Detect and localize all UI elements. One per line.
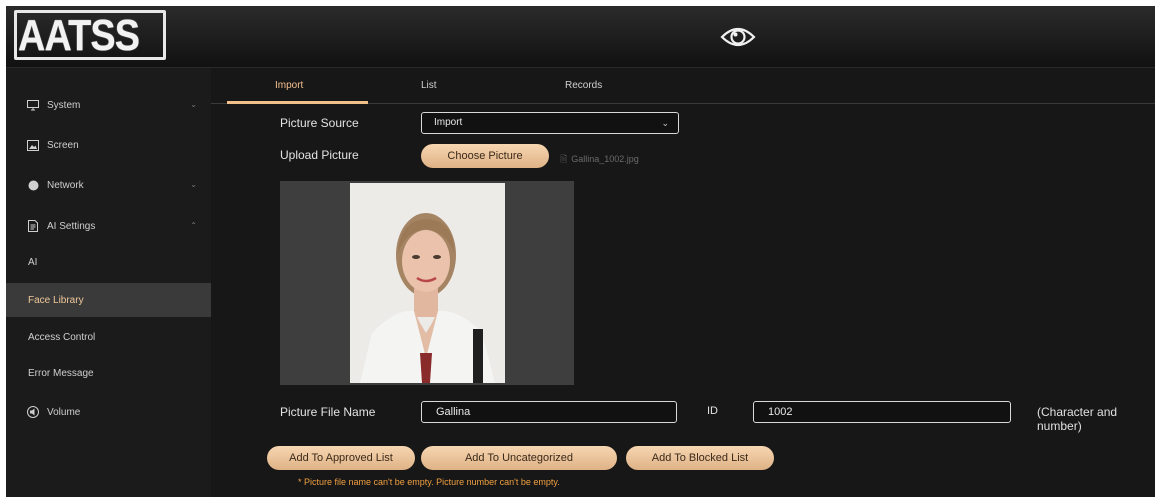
picture-source-value: Import — [434, 117, 463, 128]
sidebar-subitem-label: Error Message — [28, 367, 94, 379]
upload-picture-label: Upload Picture — [280, 148, 359, 162]
choose-picture-button[interactable]: Choose Picture — [421, 144, 549, 168]
sidebar-subitem-ai[interactable]: AI — [6, 245, 211, 279]
speaker-icon — [27, 406, 39, 418]
tab-bar: Import List Records — [211, 68, 1155, 104]
image-icon — [27, 139, 39, 151]
eye-icon[interactable] — [718, 21, 758, 53]
face-photo — [350, 183, 505, 383]
chevron-up-icon: ⌃ — [190, 221, 197, 230]
sidebar-subitem-label: Access Control — [28, 331, 96, 343]
sidebar-item-volume[interactable]: Volume — [6, 395, 211, 429]
sidebar-item-ai-settings[interactable]: AI Settings ⌃ — [6, 209, 211, 243]
chevron-down-icon: ⌄ — [190, 100, 197, 109]
add-to-approved-list-button[interactable]: Add To Approved List — [267, 446, 415, 470]
sidebar-item-label: System — [47, 99, 81, 111]
app-window: AATSS System ⌄ Screen Network ⌄ AI Setti… — [6, 6, 1155, 497]
picture-source-select[interactable]: Import ⌄ — [421, 112, 679, 134]
validation-warning: * Picture file name can't be empty. Pict… — [298, 477, 560, 487]
picture-file-name-label: Picture File Name — [280, 405, 376, 419]
document-icon — [27, 220, 39, 232]
tab-records[interactable]: Records — [565, 80, 602, 91]
top-header: AATSS — [6, 6, 1155, 68]
sidebar-subitem-face-library[interactable]: Face Library — [6, 283, 211, 317]
sidebar-subitem-label: Face Library — [28, 294, 84, 306]
picture-source-label: Picture Source — [280, 116, 359, 130]
active-tab-indicator — [227, 101, 368, 104]
id-hint: (Character and number) — [1037, 405, 1118, 433]
add-to-blocked-list-button[interactable]: Add To Blocked List — [626, 446, 774, 470]
sidebar: System ⌄ Screen Network ⌄ AI Settings ⌃ … — [6, 68, 211, 497]
sidebar-subitem-label: AI — [28, 256, 38, 268]
id-input[interactable]: 1002 — [753, 401, 1011, 423]
sidebar-item-label: AI Settings — [47, 220, 96, 232]
tab-import[interactable]: Import — [275, 80, 303, 91]
id-label: ID — [707, 405, 718, 417]
sidebar-item-label: Network — [47, 179, 84, 191]
main-panel: Import List Records Picture Source Impor… — [211, 68, 1155, 497]
file-icon: 🗎 — [560, 154, 568, 164]
selected-file-name: Gallina_1002.jpg — [571, 154, 639, 164]
chevron-down-icon: ⌄ — [661, 118, 669, 128]
globe-icon — [27, 179, 39, 191]
monitor-icon — [27, 99, 39, 111]
picture-file-name-input[interactable]: Gallina — [421, 401, 677, 423]
sidebar-item-label: Volume — [47, 406, 81, 418]
add-to-uncategorized-button[interactable]: Add To Uncategorized — [421, 446, 617, 470]
picture-preview — [280, 181, 574, 385]
sidebar-item-screen[interactable]: Screen — [6, 128, 211, 162]
sidebar-subitem-access-control[interactable]: Access Control — [6, 320, 211, 354]
chevron-down-icon: ⌄ — [190, 180, 197, 189]
tab-list[interactable]: List — [421, 80, 437, 91]
logo-text: AATSS — [18, 11, 140, 60]
sidebar-item-system[interactable]: System ⌄ — [6, 88, 211, 122]
sidebar-subitem-error-message[interactable]: Error Message — [6, 356, 211, 390]
sidebar-item-network[interactable]: Network ⌄ — [6, 168, 211, 202]
sidebar-item-label: Screen — [47, 139, 79, 151]
selected-file: 🗎 Gallina_1002.jpg — [560, 152, 639, 168]
